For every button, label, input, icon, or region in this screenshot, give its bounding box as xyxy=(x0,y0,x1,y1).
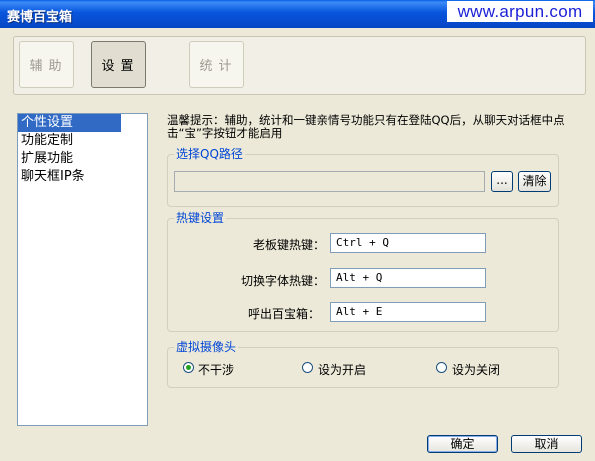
radio-no-interfere[interactable] xyxy=(183,362,194,373)
tab-assist[interactable]: 辅助 xyxy=(19,41,74,88)
cancel-button[interactable]: 取消 xyxy=(511,435,582,453)
show-toolbox-key-field[interactable]: Alt + E xyxy=(330,302,486,322)
radio-disable[interactable] xyxy=(436,362,447,373)
toolbar-panel: 辅助 设置 统计 xyxy=(13,36,586,95)
show-toolbox-key-label: 呼出百宝箱： xyxy=(248,307,321,321)
hint-text: 温馨提示：辅助，统计和一键亲情号功能只有在登陆QQ后，从聊天对话框中点击“宝”字… xyxy=(167,113,565,140)
tab-settings[interactable]: 设置 xyxy=(91,41,146,88)
ok-button[interactable]: 确定 xyxy=(427,435,498,453)
radio-enable-label[interactable]: 设为开启 xyxy=(318,361,366,378)
window-title: 赛博百宝箱 xyxy=(7,10,73,25)
radio-no-interfere-label[interactable]: 不干涉 xyxy=(198,361,234,378)
nav-item-extensions[interactable]: 扩展功能 xyxy=(18,150,147,168)
nav-item-personal[interactable]: 个性设置 xyxy=(18,114,121,132)
radio-disable-label[interactable]: 设为关闭 xyxy=(452,361,500,378)
settings-nav-list[interactable]: 个性设置 功能定制 扩展功能 聊天框IP条 xyxy=(17,113,148,426)
radio-enable[interactable] xyxy=(302,362,313,373)
camera-group-title: 虚拟摄像头 xyxy=(174,340,239,354)
qq-path-field[interactable] xyxy=(174,171,485,192)
nav-item-features[interactable]: 功能定制 xyxy=(18,132,147,150)
title-bar[interactable]: 赛博百宝箱 www.arpun.com xyxy=(0,0,595,28)
watermark: www.arpun.com xyxy=(447,1,593,22)
tab-stats[interactable]: 统计 xyxy=(189,41,244,88)
font-switch-key-field[interactable]: Alt + Q xyxy=(330,268,486,288)
boss-key-label: 老板键热键： xyxy=(253,238,326,252)
qq-path-group-title: 选择QQ路径 xyxy=(174,147,245,161)
boss-key-field[interactable]: Ctrl + Q xyxy=(330,233,486,253)
nav-item-chat-ip[interactable]: 聊天框IP条 xyxy=(18,168,147,186)
clear-button[interactable]: 清除 xyxy=(518,171,551,192)
hotkey-group-title: 热键设置 xyxy=(174,211,227,225)
browse-button[interactable]: ... xyxy=(491,171,513,192)
font-switch-key-label: 切换字体热键： xyxy=(241,274,326,288)
